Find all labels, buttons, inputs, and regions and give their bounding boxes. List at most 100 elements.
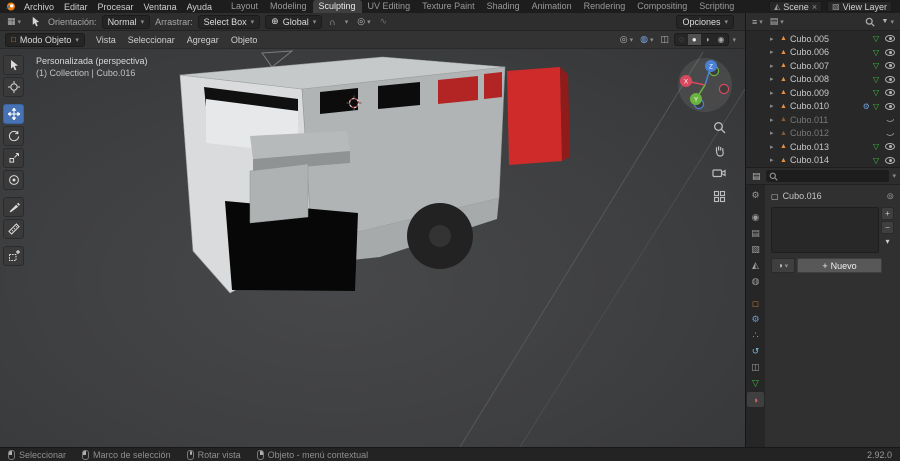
new-material-button[interactable]: + Nuevo — [797, 258, 882, 273]
outliner-row[interactable]: ▸ ▲ Cubo.006 ▽ — [746, 46, 900, 60]
red-door[interactable] — [507, 67, 570, 165]
visibility-eye-icon[interactable] — [885, 156, 895, 164]
pan-hand-icon[interactable] — [711, 142, 727, 158]
material-slot-list[interactable] — [771, 207, 879, 253]
tab-uv-editing[interactable]: UV Editing — [362, 0, 417, 13]
select-box-tool[interactable] — [3, 55, 24, 75]
tab-material-icon[interactable]: ◑ — [747, 392, 764, 407]
outliner-row[interactable]: ▸ ▲ Cubo.011 — [746, 113, 900, 127]
object-name[interactable]: Cubo.008 — [790, 74, 870, 84]
filter-funnel-button[interactable]: ▼ ▾ — [880, 15, 896, 29]
outliner-row[interactable]: ▸ ▲ Cubo.008 ▽ — [746, 73, 900, 87]
options-dropdown[interactable]: Opciones ▾ — [676, 14, 734, 29]
properties-editor-type-button[interactable]: ▤ — [750, 169, 763, 183]
tab-animation[interactable]: Animation — [526, 0, 578, 13]
measure-tool[interactable] — [3, 219, 24, 239]
cursor-tool[interactable] — [3, 77, 24, 97]
tab-render-icon[interactable]: ◉ — [747, 210, 764, 225]
scene-canvas[interactable] — [0, 49, 745, 447]
tab-layout[interactable]: Layout — [225, 0, 264, 13]
tab-tool-icon[interactable]: ⚙ — [747, 188, 764, 203]
outliner-row[interactable]: ▸ ▲ Cubo.009 ▽ — [746, 86, 900, 100]
shading-material-button[interactable]: ◑ — [701, 34, 714, 45]
scale-tool[interactable] — [3, 148, 24, 168]
object-name[interactable]: Cubo.014 — [790, 155, 870, 165]
expand-arrow-icon[interactable]: ▸ — [770, 116, 777, 124]
visibility-eye-icon[interactable] — [885, 75, 895, 83]
tab-output-icon[interactable]: ▤ — [747, 226, 764, 241]
object-name[interactable]: Cubo.006 — [790, 47, 870, 57]
active-tool-icon[interactable] — [28, 15, 43, 29]
object-name[interactable]: Cubo.009 — [790, 88, 870, 98]
tab-modifiers-icon[interactable]: ⚙ — [747, 312, 764, 327]
shading-dropdown-icon[interactable]: ▾ — [732, 36, 736, 44]
tab-texture-paint[interactable]: Texture Paint — [416, 0, 481, 13]
tab-physics-icon[interactable]: ↺ — [747, 344, 764, 359]
overlays-toggle[interactable]: ◍ ▾ — [638, 33, 655, 47]
truck-model[interactable] — [179, 56, 570, 294]
editor-type-button[interactable]: ▦ ▾ — [5, 15, 23, 29]
snap-toggle[interactable]: ∩ — [327, 15, 337, 29]
expand-arrow-icon[interactable]: ▸ — [770, 102, 777, 110]
tab-scene-icon[interactable]: ◭ — [747, 258, 764, 273]
tab-object-icon[interactable]: □ — [747, 296, 764, 311]
view-layer-selector[interactable]: ▧ View Layer — [827, 1, 892, 12]
zoom-icon[interactable] — [711, 119, 727, 135]
scene-selector[interactable]: ◭ Scene × — [769, 1, 823, 12]
expand-arrow-icon[interactable]: ▸ — [770, 89, 777, 97]
falloff-dropdown[interactable]: ∿ — [378, 15, 390, 29]
slot-specials-button[interactable]: ▾ — [881, 235, 894, 248]
object-name[interactable]: Cubo.011 — [790, 115, 879, 125]
shading-wireframe-button[interactable]: ◌ — [675, 34, 688, 45]
transform-orientation-dropdown[interactable]: ⊕ Global ▾ — [265, 14, 323, 29]
scene-unlink-icon[interactable]: × — [812, 2, 817, 12]
add-slot-button[interactable]: + — [881, 207, 894, 220]
camera-view-icon[interactable] — [711, 165, 727, 181]
shading-solid-button[interactable]: ● — [687, 34, 701, 45]
rotate-tool[interactable] — [3, 126, 24, 146]
menu-ventana[interactable]: Ventana — [139, 2, 182, 12]
browse-material-button[interactable]: ◑ ▾ — [771, 258, 795, 273]
outliner-display-mode[interactable]: ▤ ▾ — [768, 15, 786, 29]
menu-editar[interactable]: Editar — [59, 2, 93, 12]
shading-rendered-button[interactable]: ◉ — [714, 34, 729, 45]
menu-ayuda[interactable]: Ayuda — [182, 2, 217, 12]
move-tool[interactable] — [3, 104, 24, 124]
tab-sculpting[interactable]: Sculpting — [312, 0, 362, 13]
tab-scripting[interactable]: Scripting — [693, 0, 740, 13]
gizmos-toggle[interactable]: ◎ ▾ — [618, 33, 635, 47]
tab-shading[interactable]: Shading — [481, 0, 526, 13]
visibility-eye-icon[interactable] — [885, 48, 895, 56]
snap-settings-dropdown[interactable]: ▾ — [343, 15, 351, 29]
visibility-eye-icon[interactable] — [885, 102, 895, 110]
tab-rendering[interactable]: Rendering — [578, 0, 632, 13]
properties-search-input[interactable] — [765, 170, 890, 182]
object-name[interactable]: Cubo.007 — [790, 61, 870, 71]
tab-modeling[interactable]: Modeling — [264, 0, 313, 13]
menu-agregar[interactable]: Agregar — [182, 35, 224, 45]
navigation-gizmo[interactable]: Z X Y — [677, 57, 733, 115]
object-name[interactable]: Cubo.012 — [790, 128, 879, 138]
expand-arrow-icon[interactable]: ▸ — [770, 143, 777, 151]
visibility-eye-closed-icon[interactable] — [885, 117, 895, 123]
expand-arrow-icon[interactable]: ▸ — [770, 48, 777, 56]
menu-objeto[interactable]: Objeto — [226, 35, 263, 45]
visibility-eye-closed-icon[interactable] — [885, 131, 895, 136]
remove-slot-button[interactable]: − — [881, 221, 894, 234]
axis-neg-x-handle[interactable] — [718, 83, 730, 95]
object-name[interactable]: Cubo.005 — [790, 34, 870, 44]
outliner-row[interactable]: ▸ ▲ Cubo.014 ▽ — [746, 154, 900, 168]
tab-view-layer-icon[interactable]: ▧ — [747, 242, 764, 257]
orientation-dropdown[interactable]: Normal ▾ — [101, 14, 151, 29]
transform-tool[interactable] — [3, 170, 24, 190]
visibility-eye-icon[interactable] — [885, 89, 895, 97]
blender-logo-icon[interactable] — [4, 1, 17, 12]
object-name[interactable]: Cubo.010 — [790, 101, 860, 111]
viewport-3d[interactable]: Personalizada (perspectiva) (1) Collecti… — [0, 49, 745, 447]
expand-arrow-icon[interactable]: ▸ — [770, 35, 777, 43]
drag-dropdown[interactable]: Select Box ▾ — [197, 14, 261, 29]
tab-compositing[interactable]: Compositing — [631, 0, 693, 13]
menu-procesar[interactable]: Procesar — [93, 2, 139, 12]
proportional-edit-toggle[interactable]: ◎ ▾ — [355, 15, 372, 29]
tab-particles-icon[interactable]: ∴ — [747, 328, 764, 343]
